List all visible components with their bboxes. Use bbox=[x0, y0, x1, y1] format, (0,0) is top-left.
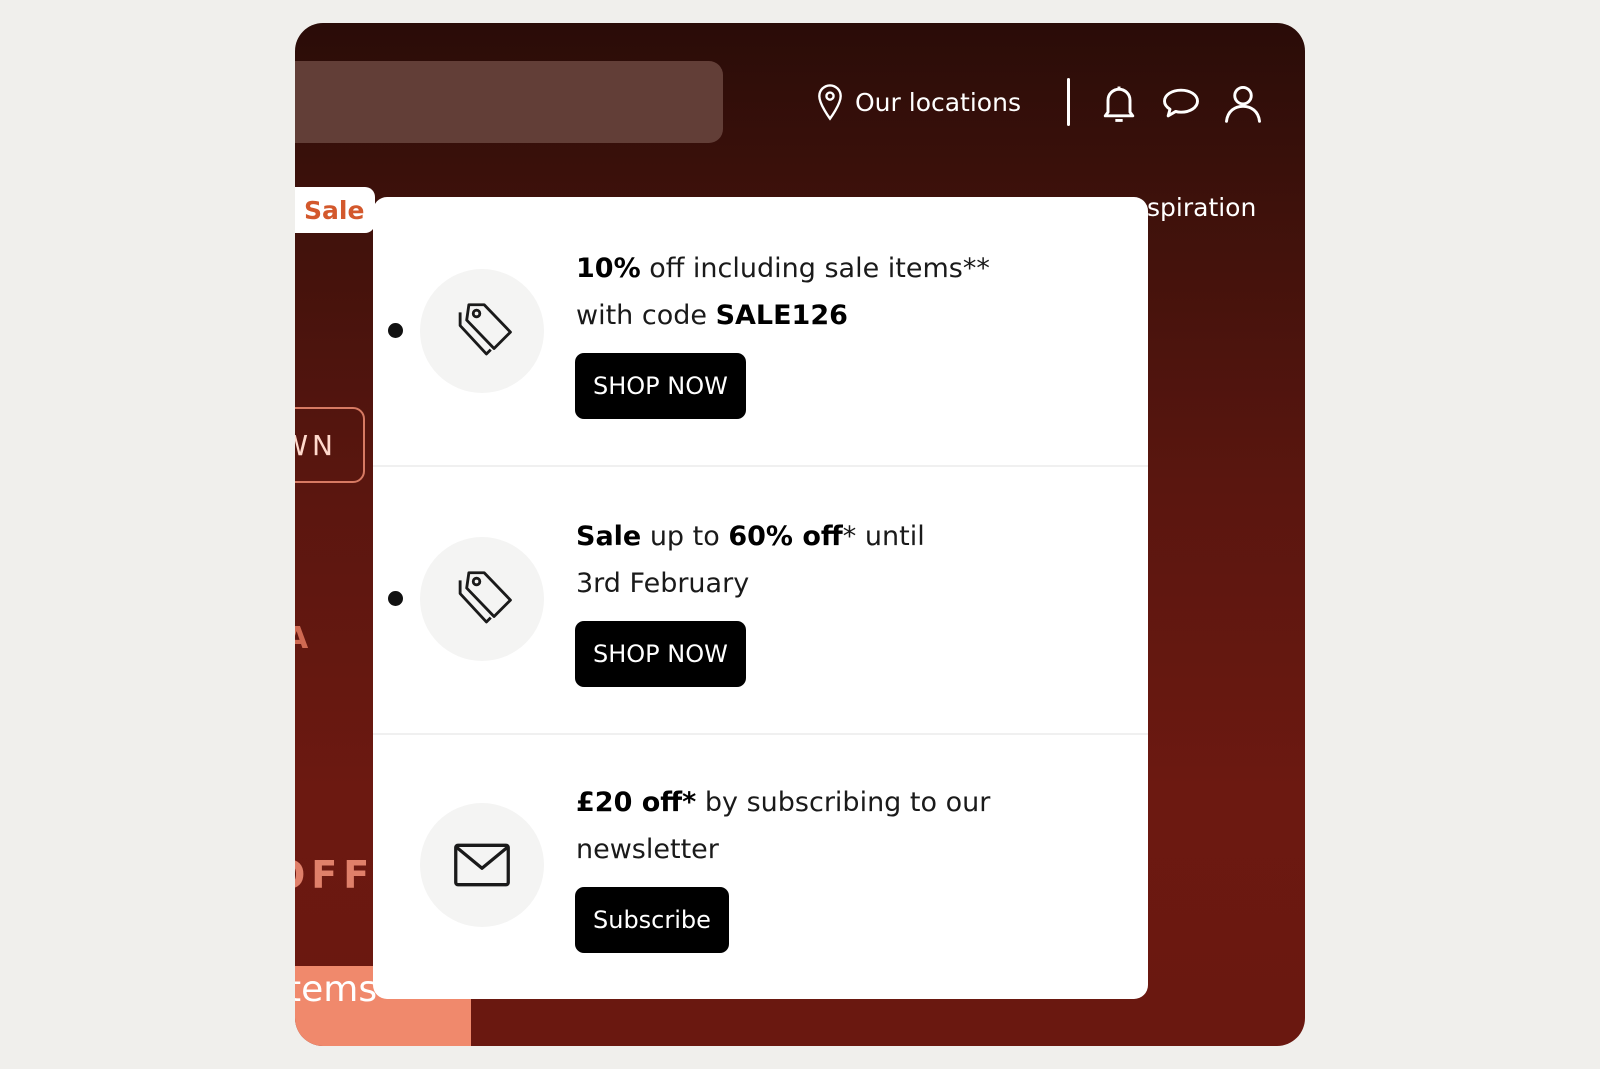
nav-item-sale-label: Sale bbox=[304, 195, 365, 225]
promo-text: £20 off* by subscribing to our newslette… bbox=[576, 787, 991, 865]
shop-now-button[interactable]: SHOP NOW bbox=[575, 353, 746, 419]
background-off-text: OFF bbox=[295, 853, 376, 897]
background-letter: A bbox=[295, 621, 309, 656]
chat-button[interactable] bbox=[1159, 81, 1203, 125]
sale-promo-dropdown: 10% off including sale items** with code… bbox=[373, 197, 1148, 999]
our-locations-link[interactable]: Our locations bbox=[815, 83, 1021, 121]
account-button[interactable] bbox=[1221, 81, 1265, 125]
header-divider bbox=[1067, 78, 1070, 126]
site-frame: Our locations Sale spiration WN A OFF it… bbox=[295, 23, 1305, 1046]
location-pin-icon bbox=[818, 84, 842, 121]
our-locations-label: Our locations bbox=[855, 87, 1021, 117]
list-bullet bbox=[388, 591, 403, 606]
promo-item-newsletter: £20 off* by subscribing to our newslette… bbox=[373, 733, 1148, 999]
nav-item-inspiration[interactable]: spiration bbox=[1147, 193, 1256, 222]
tag-icon bbox=[458, 571, 512, 624]
promo-icon-circle bbox=[420, 537, 544, 661]
promo-text: 10% off including sale items** with code… bbox=[576, 253, 990, 331]
envelope-icon bbox=[454, 843, 510, 887]
background-items-text: items bbox=[295, 969, 378, 1010]
nav-item-inspiration-label: spiration bbox=[1147, 193, 1257, 222]
promo-item-sale: Sale up to 60% off* until 3rd February S… bbox=[373, 465, 1148, 735]
nav-item-sale[interactable]: Sale bbox=[295, 187, 375, 233]
promo-icon-circle bbox=[420, 803, 544, 927]
promo-item-discount-code: 10% off including sale items** with code… bbox=[373, 197, 1148, 465]
user-icon bbox=[1225, 85, 1261, 123]
notifications-button[interactable] bbox=[1097, 81, 1141, 125]
tag-icon bbox=[458, 303, 512, 356]
promo-icon-circle bbox=[420, 269, 544, 393]
bell-icon bbox=[1103, 86, 1135, 122]
promo-text: Sale up to 60% off* until 3rd February bbox=[576, 521, 925, 599]
subscribe-button[interactable]: Subscribe bbox=[575, 887, 729, 953]
chat-icon bbox=[1163, 88, 1199, 118]
shop-now-button[interactable]: SHOP NOW bbox=[575, 621, 746, 687]
background-outline-button[interactable]: WN bbox=[295, 407, 365, 483]
search-bar[interactable] bbox=[295, 61, 723, 143]
background-outline-button-label: WN bbox=[295, 428, 337, 462]
list-bullet bbox=[388, 323, 403, 338]
